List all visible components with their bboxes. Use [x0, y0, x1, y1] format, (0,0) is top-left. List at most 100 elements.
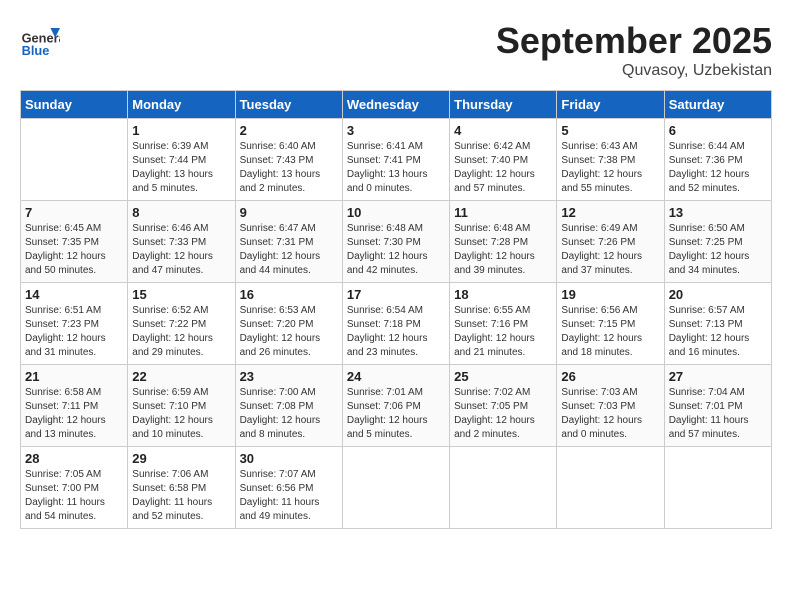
calendar-day-cell: 25 Sunrise: 7:02 AMSunset: 7:05 PMDayligh…: [450, 365, 557, 447]
day-info: Sunrise: 6:47 AMSunset: 7:31 PMDaylight:…: [240, 222, 338, 278]
calendar-day-cell: 22Sunrise: 6:59 AMSunset: 7:10 PMDayligh…: [128, 365, 235, 447]
calendar-day-cell: 10 Sunrise: 6:48 AMSunset: 7:30 PMDayligh…: [342, 201, 449, 283]
day-number: 21: [25, 369, 123, 384]
calendar-day-cell: [342, 447, 449, 529]
calendar-day-cell: 8Sunrise: 6:46 AMSunset: 7:33 PMDaylight…: [128, 201, 235, 283]
calendar-week-row: 21 Sunrise: 6:58 AMSunset: 7:11 PMDayligh…: [21, 365, 772, 447]
calendar-day-cell: 15 Sunrise: 6:52 AMSunset: 7:22 PMDayligh…: [128, 283, 235, 365]
calendar-day-cell: 16 Sunrise: 6:53 AMSunset: 7:20 PMDayligh…: [235, 283, 342, 365]
day-number: 27: [669, 369, 767, 384]
day-info: Sunrise: 7:04 AMSunset: 7:01 PMDaylight:…: [669, 386, 767, 442]
calendar-day-cell: 11 Sunrise: 6:48 AMSunset: 7:28 PMDayligh…: [450, 201, 557, 283]
day-info: Sunrise: 7:02 AMSunset: 7:05 PMDaylight:…: [454, 386, 552, 442]
day-number: 12: [561, 205, 659, 220]
day-number: 15: [132, 287, 230, 302]
calendar-table: SundayMondayTuesdayWednesdayThursdayFrid…: [20, 90, 772, 529]
calendar-day-header: Sunday: [21, 91, 128, 119]
location: Quvasoy, Uzbekistan: [496, 62, 772, 80]
day-number: 19: [561, 287, 659, 302]
logo: General Blue: [20, 20, 64, 60]
calendar-day-cell: 27 Sunrise: 7:04 AMSunset: 7:01 PMDayligh…: [664, 365, 771, 447]
day-number: 26: [561, 369, 659, 384]
day-info: Sunrise: 6:55 AMSunset: 7:16 PMDaylight:…: [454, 304, 552, 360]
day-info: Sunrise: 7:01 AMSunset: 7:06 PMDaylight:…: [347, 386, 445, 442]
day-number: 30: [240, 451, 338, 466]
day-number: 29: [132, 451, 230, 466]
calendar-day-cell: 3Sunrise: 6:41 AMSunset: 7:41 PMDaylight…: [342, 119, 449, 201]
day-number: 3: [347, 123, 445, 138]
day-info: Sunrise: 7:03 AMSunset: 7:03 PMDaylight:…: [561, 386, 659, 442]
calendar-day-cell: 24 Sunrise: 7:01 AMSunset: 7:06 PMDayligh…: [342, 365, 449, 447]
day-number: 14: [25, 287, 123, 302]
calendar-day-cell: 23Sunrise: 7:00 AMSunset: 7:08 PMDayligh…: [235, 365, 342, 447]
day-number: 13: [669, 205, 767, 220]
calendar-day-cell: 26 Sunrise: 7:03 AMSunset: 7:03 PMDayligh…: [557, 365, 664, 447]
calendar-day-cell: 28 Sunrise: 7:05 AMSunset: 7:00 PMDayligh…: [21, 447, 128, 529]
day-number: 17: [347, 287, 445, 302]
calendar-header-row: SundayMondayTuesdayWednesdayThursdayFrid…: [21, 91, 772, 119]
calendar-day-cell: 18 Sunrise: 6:55 AMSunset: 7:16 PMDayligh…: [450, 283, 557, 365]
day-info: Sunrise: 7:07 AMSunset: 6:56 PMDaylight:…: [240, 468, 338, 524]
calendar-day-cell: [450, 447, 557, 529]
day-info: Sunrise: 6:53 AMSunset: 7:20 PMDaylight:…: [240, 304, 338, 360]
day-number: 22: [132, 369, 230, 384]
calendar-day-cell: 21 Sunrise: 6:58 AMSunset: 7:11 PMDayligh…: [21, 365, 128, 447]
day-info: Sunrise: 6:56 AMSunset: 7:15 PMDaylight:…: [561, 304, 659, 360]
month-title: September 2025: [496, 20, 772, 62]
calendar-day-cell: 29Sunrise: 7:06 AMSunset: 6:58 PMDayligh…: [128, 447, 235, 529]
day-number: 5: [561, 123, 659, 138]
calendar-day-cell: 7 Sunrise: 6:45 AMSunset: 7:35 PMDaylight…: [21, 201, 128, 283]
day-info: Sunrise: 6:48 AMSunset: 7:28 PMDaylight:…: [454, 222, 552, 278]
calendar-day-cell: 19 Sunrise: 6:56 AMSunset: 7:15 PMDayligh…: [557, 283, 664, 365]
day-number: 10: [347, 205, 445, 220]
calendar-day-cell: 20Sunrise: 6:57 AMSunset: 7:13 PMDayligh…: [664, 283, 771, 365]
day-number: 18: [454, 287, 552, 302]
day-info: Sunrise: 6:40 AMSunset: 7:43 PMDaylight:…: [240, 140, 338, 196]
day-number: 1: [132, 123, 230, 138]
calendar-day-cell: 9 Sunrise: 6:47 AMSunset: 7:31 PMDaylight…: [235, 201, 342, 283]
day-info: Sunrise: 6:46 AMSunset: 7:33 PMDaylight:…: [132, 222, 230, 278]
calendar-day-header: Monday: [128, 91, 235, 119]
day-number: 25: [454, 369, 552, 384]
calendar-day-cell: 14 Sunrise: 6:51 AMSunset: 7:23 PMDayligh…: [21, 283, 128, 365]
day-number: 9: [240, 205, 338, 220]
day-info: Sunrise: 6:48 AMSunset: 7:30 PMDaylight:…: [347, 222, 445, 278]
day-number: 16: [240, 287, 338, 302]
day-number: 28: [25, 451, 123, 466]
calendar-day-cell: 2Sunrise: 6:40 AMSunset: 7:43 PMDaylight…: [235, 119, 342, 201]
day-info: Sunrise: 6:42 AMSunset: 7:40 PMDaylight:…: [454, 140, 552, 196]
calendar-week-row: 1 Sunrise: 6:39 AMSunset: 7:44 PMDaylight…: [21, 119, 772, 201]
calendar-day-header: Wednesday: [342, 91, 449, 119]
calendar-day-cell: 30 Sunrise: 7:07 AMSunset: 6:56 PMDayligh…: [235, 447, 342, 529]
day-info: Sunrise: 7:00 AMSunset: 7:08 PMDaylight:…: [240, 386, 338, 442]
day-info: Sunrise: 6:44 AMSunset: 7:36 PMDaylight:…: [669, 140, 767, 196]
day-number: 24: [347, 369, 445, 384]
day-info: Sunrise: 6:39 AMSunset: 7:44 PMDaylight:…: [132, 140, 230, 196]
calendar-day-header: Saturday: [664, 91, 771, 119]
day-info: Sunrise: 6:45 AMSunset: 7:35 PMDaylight:…: [25, 222, 123, 278]
day-info: Sunrise: 6:52 AMSunset: 7:22 PMDaylight:…: [132, 304, 230, 360]
day-info: Sunrise: 6:54 AMSunset: 7:18 PMDaylight:…: [347, 304, 445, 360]
page-header: General Blue September 2025 Quvasoy, Uzb…: [20, 20, 772, 80]
day-number: 11: [454, 205, 552, 220]
day-number: 4: [454, 123, 552, 138]
calendar-day-cell: 12Sunrise: 6:49 AMSunset: 7:26 PMDayligh…: [557, 201, 664, 283]
day-number: 6: [669, 123, 767, 138]
day-info: Sunrise: 6:57 AMSunset: 7:13 PMDaylight:…: [669, 304, 767, 360]
calendar-day-header: Thursday: [450, 91, 557, 119]
day-info: Sunrise: 6:58 AMSunset: 7:11 PMDaylight:…: [25, 386, 123, 442]
calendar-day-cell: 4 Sunrise: 6:42 AMSunset: 7:40 PMDaylight…: [450, 119, 557, 201]
calendar-day-cell: 6 Sunrise: 6:44 AMSunset: 7:36 PMDaylight…: [664, 119, 771, 201]
day-info: Sunrise: 6:50 AMSunset: 7:25 PMDaylight:…: [669, 222, 767, 278]
calendar-week-row: 7 Sunrise: 6:45 AMSunset: 7:35 PMDaylight…: [21, 201, 772, 283]
title-section: September 2025 Quvasoy, Uzbekistan: [496, 20, 772, 80]
day-info: Sunrise: 6:43 AMSunset: 7:38 PMDaylight:…: [561, 140, 659, 196]
calendar-day-cell: [664, 447, 771, 529]
day-info: Sunrise: 6:51 AMSunset: 7:23 PMDaylight:…: [25, 304, 123, 360]
calendar-day-header: Tuesday: [235, 91, 342, 119]
day-info: Sunrise: 7:05 AMSunset: 7:00 PMDaylight:…: [25, 468, 123, 524]
day-number: 7: [25, 205, 123, 220]
calendar-day-cell: 13 Sunrise: 6:50 AMSunset: 7:25 PMDayligh…: [664, 201, 771, 283]
svg-text:Blue: Blue: [22, 43, 50, 58]
calendar-day-cell: 5 Sunrise: 6:43 AMSunset: 7:38 PMDaylight…: [557, 119, 664, 201]
